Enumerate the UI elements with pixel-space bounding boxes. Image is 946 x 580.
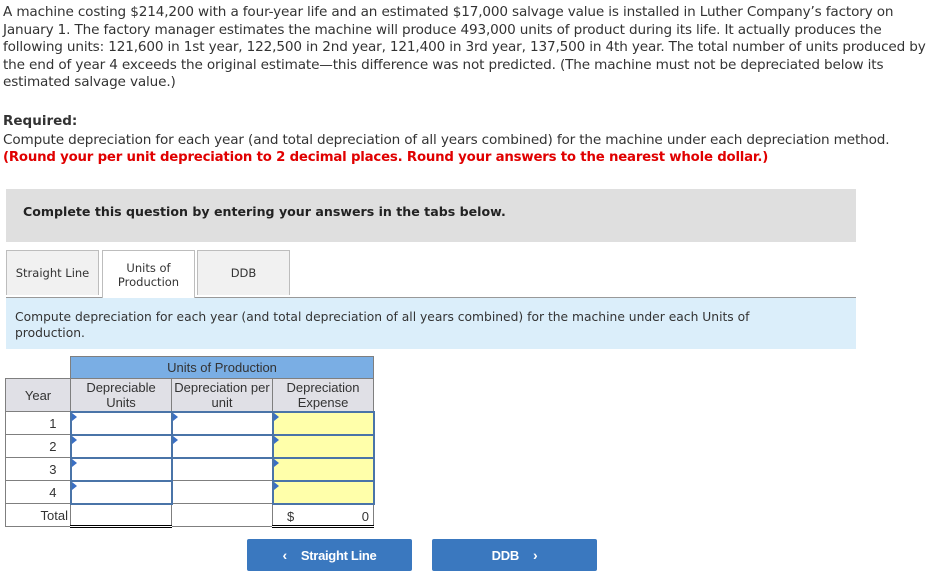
table-row: 4	[5, 479, 375, 505]
tab-ddb[interactable]: DDB	[197, 250, 290, 295]
currency-symbol: $	[287, 508, 295, 524]
input-marker-icon	[71, 412, 77, 421]
next-tab-button[interactable]: DDB ›	[432, 539, 597, 571]
chevron-left-icon: ‹	[282, 547, 288, 563]
instruction-banner: Complete this question by entering your …	[6, 189, 856, 242]
input-marker-icon	[273, 435, 279, 444]
tab-straight-line[interactable]: Straight Line	[6, 250, 99, 295]
table-row: 2	[5, 433, 375, 459]
tab-units-of-production[interactable]: Units of Production	[102, 250, 195, 298]
rounding-note: (Round your per unit depreciation to 2 d…	[3, 150, 769, 165]
input-marker-icon	[71, 458, 77, 467]
total-row: Total $ 0	[5, 503, 374, 528]
per-unit-input[interactable]	[170, 410, 274, 436]
expense-input[interactable]	[271, 433, 375, 459]
total-label: Total	[5, 503, 71, 527]
expense-input[interactable]	[271, 456, 375, 482]
required-label: Required:	[3, 113, 78, 129]
tab-description: Compute depreciation for each year (and …	[15, 310, 750, 340]
empty-cell	[171, 503, 273, 527]
empty-cell	[171, 457, 273, 481]
input-marker-icon	[273, 458, 279, 467]
depreciable-units-input[interactable]	[69, 479, 173, 505]
units-of-production-table: Units of Production Year Depreciable Uni…	[5, 356, 375, 528]
input-marker-icon	[172, 412, 178, 421]
prev-tab-button[interactable]: ‹ Straight Line	[247, 539, 412, 571]
problem-intro: A machine costing $214,200 with a four-y…	[3, 4, 926, 91]
column-header-depreciable-units: Depreciable Units	[70, 378, 172, 412]
input-marker-icon	[273, 481, 279, 490]
depreciable-units-input[interactable]	[69, 433, 173, 459]
next-tab-label: DDB	[491, 547, 520, 563]
per-unit-input[interactable]	[170, 433, 274, 459]
column-header-per-unit: Depreciation per unit	[171, 378, 273, 412]
input-marker-icon	[71, 481, 77, 490]
expense-input[interactable]	[271, 479, 375, 505]
column-header-expense: Depreciation Expense	[272, 378, 374, 412]
expense-input[interactable]	[271, 410, 375, 436]
input-marker-icon	[71, 435, 77, 444]
total-units-cell	[70, 503, 172, 528]
year-cell: 3	[5, 457, 71, 481]
column-header-year: Year	[5, 378, 71, 412]
table-row: 1	[5, 410, 375, 436]
year-cell: 1	[5, 411, 71, 435]
table-row: 3	[5, 456, 375, 482]
instruction-text: Complete this question by entering your …	[23, 204, 506, 219]
chevron-right-icon: ›	[532, 547, 538, 563]
total-expense-value: 0	[361, 508, 369, 524]
depreciable-units-input[interactable]	[69, 410, 173, 436]
year-cell: 4	[5, 480, 71, 504]
depreciable-units-input[interactable]	[69, 456, 173, 482]
empty-cell	[171, 480, 273, 504]
table-title: Units of Production	[70, 356, 374, 379]
input-marker-icon	[172, 435, 178, 444]
input-marker-icon	[273, 412, 279, 421]
prev-tab-label: Straight Line	[300, 547, 377, 563]
tab-description-box: Compute depreciation for each year (and …	[6, 298, 856, 349]
year-cell: 2	[5, 434, 71, 458]
total-expense-cell: $ 0	[272, 503, 374, 528]
required-text: Compute depreciation for each year (and …	[3, 132, 890, 148]
